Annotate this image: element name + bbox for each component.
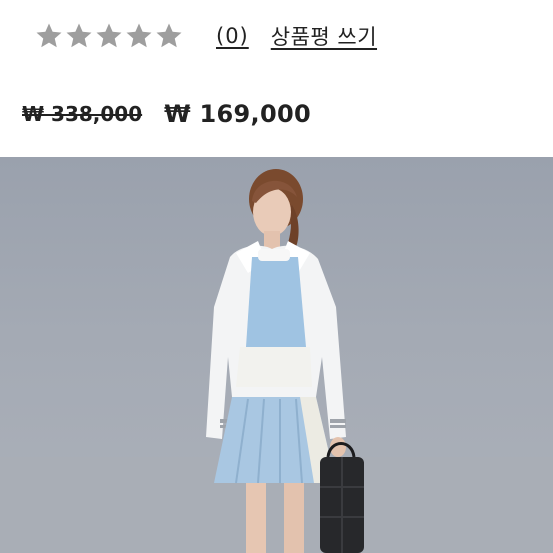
rating-row: (0) 상품평 쓰기 xyxy=(34,18,377,54)
write-review-link[interactable]: 상품평 쓰기 xyxy=(271,21,377,51)
star-icon xyxy=(34,21,64,51)
rating-stars[interactable] xyxy=(34,21,184,51)
price-row: ₩ 338,000 ₩ 169,000 xyxy=(22,96,311,132)
original-price: ₩ 338,000 xyxy=(22,102,143,126)
product-detail-page: (0) 상품평 쓰기 ₩ 338,000 ₩ 169,000 xyxy=(0,0,553,553)
star-icon xyxy=(64,21,94,51)
star-icon xyxy=(94,21,124,51)
star-icon xyxy=(154,21,184,51)
model-photo-icon xyxy=(0,169,553,553)
sale-price: ₩ 169,000 xyxy=(164,100,311,128)
product-photo[interactable] xyxy=(0,157,553,553)
review-count-link[interactable]: (0) xyxy=(216,24,249,48)
star-icon xyxy=(124,21,154,51)
